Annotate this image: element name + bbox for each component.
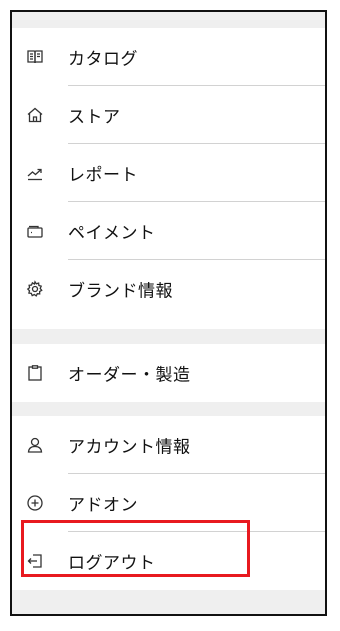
menu-label-payment: ペイメント [68,223,156,244]
menu-item-order-manufacturing[interactable]: オーダー・製造 [12,344,325,402]
menu-item-account-info[interactable]: アカウント情報 [12,416,325,474]
trend-icon [26,164,44,182]
menu-label-brand-info: ブランド情報 [68,281,173,302]
wallet-icon [26,222,44,240]
menu-label-store: ストア [68,107,121,128]
menu-label-logout: ログアウト [68,553,156,574]
menu-label-addon: アドオン [68,495,138,516]
menu-item-payment[interactable]: ペイメント [12,202,325,260]
logout-icon [26,552,44,570]
menu-group-main: カタログ ストア レポート ペイメント ブランド情報 [12,28,325,329]
menu-item-addon[interactable]: アドオン [12,474,325,532]
menu-item-brand-info[interactable]: ブランド情報 [12,260,325,318]
menu-label-report: レポート [68,165,138,186]
menu-item-store[interactable]: ストア [12,86,325,144]
clipboard-icon [26,364,44,382]
side-menu: カタログ ストア レポート ペイメント ブランド情報 オーダー・製造 アカウント… [10,10,327,616]
user-icon [26,436,44,454]
menu-group-orders: オーダー・製造 [12,344,325,402]
menu-item-catalog[interactable]: カタログ [12,28,325,86]
book-icon [26,48,44,66]
menu-label-order-manufacturing: オーダー・製造 [68,365,191,386]
menu-item-report[interactable]: レポート [12,144,325,202]
gear-icon [26,280,44,298]
plus-circle-icon [26,494,44,512]
menu-label-account-info: アカウント情報 [68,437,191,458]
menu-group-account: アカウント情報 アドオン ログアウト [12,416,325,590]
menu-item-logout[interactable]: ログアウト [12,532,325,590]
menu-label-catalog: カタログ [68,49,138,70]
home-icon [26,106,44,124]
